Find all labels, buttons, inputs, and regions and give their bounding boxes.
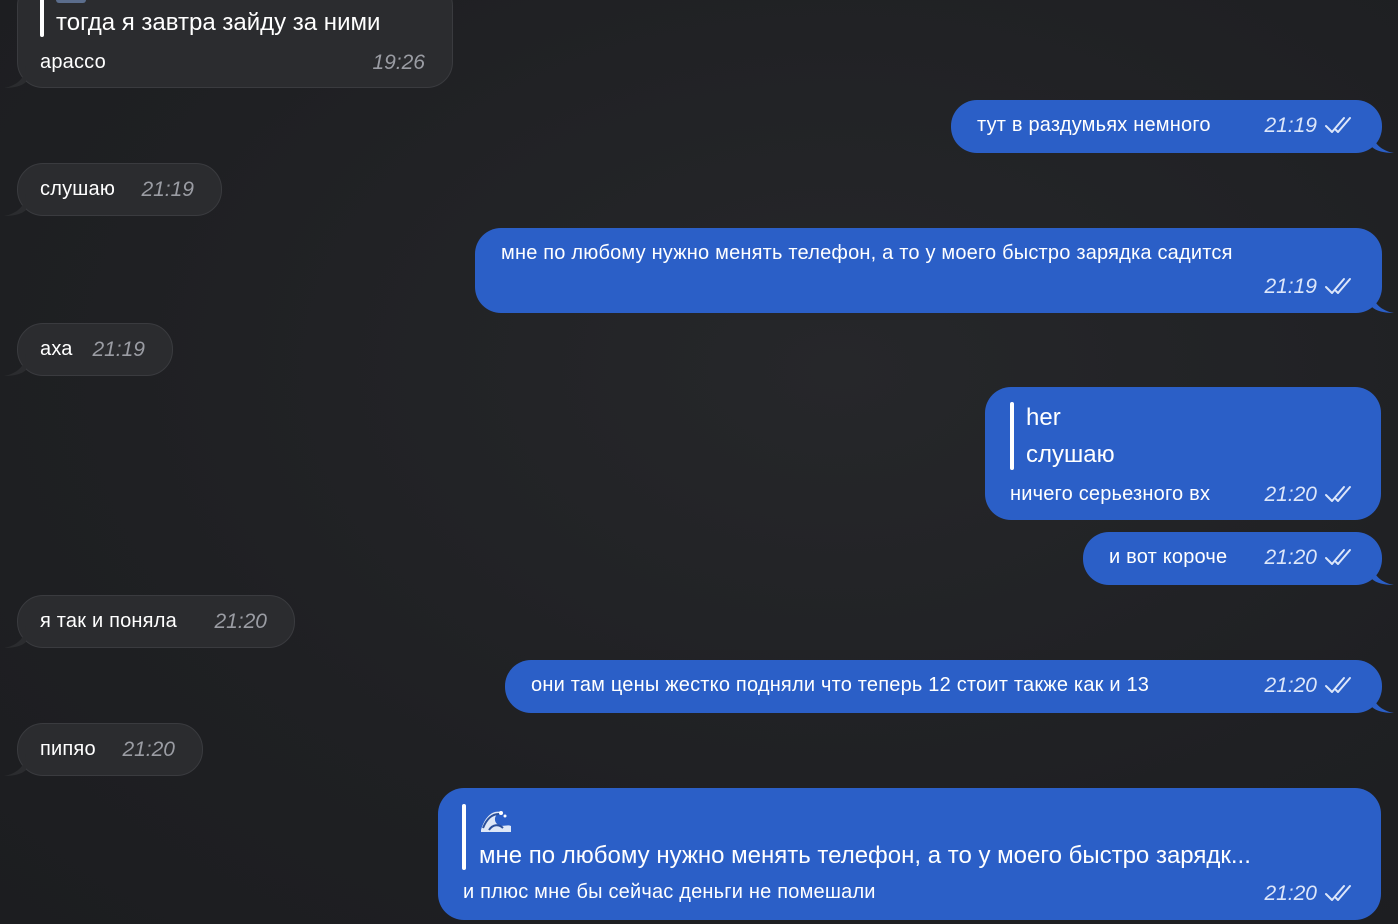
message-outgoing[interactable]: они там цены жестко подняли что теперь 1… xyxy=(505,660,1382,713)
message-text: мне по любому нужно менять телефон, а то… xyxy=(501,242,1233,264)
message-outgoing[interactable]: и вот короче 21:20 xyxy=(1083,532,1382,585)
message-text: пипяо xyxy=(40,738,96,760)
message-time: 21:20 xyxy=(122,738,175,761)
bubble-tail-outgoing xyxy=(1372,563,1394,585)
message-outgoing[interactable]: her слушаю ничего серьезного вх 21:20 xyxy=(985,387,1381,520)
message-text: я так и поняла xyxy=(40,610,177,632)
message-time: 21:20 xyxy=(1264,546,1317,569)
reply-quote-author[interactable]: her xyxy=(1026,404,1061,432)
message-text: и вот короче xyxy=(1109,546,1228,568)
bubble-tail-incoming xyxy=(4,66,26,88)
message-time: 21:19 xyxy=(1264,114,1317,137)
message-text: и плюс мне бы сейчас деньги не помешали xyxy=(463,881,876,903)
message-time: 19:26 xyxy=(372,51,425,74)
wave-emoji-icon xyxy=(479,806,511,832)
bubble-tail-outgoing xyxy=(1372,691,1394,713)
bubble-tail-incoming xyxy=(4,194,26,216)
reply-quote-text[interactable]: слушаю xyxy=(1026,441,1115,469)
reply-quote-text[interactable]: мне по любому нужно менять телефон, а то… xyxy=(479,842,1251,870)
bubble-tail-outgoing xyxy=(1372,291,1394,313)
bubble-tail-incoming xyxy=(4,754,26,776)
message-text: тут в раздумьях немного xyxy=(977,114,1211,136)
bubble-tail-incoming xyxy=(4,354,26,376)
message-incoming[interactable]: тогда я завтра зайду за ними арассо 19:2… xyxy=(17,0,453,88)
message-outgoing[interactable]: мне по любому нужно менять телефон, а то… xyxy=(438,788,1381,920)
message-text: арассо xyxy=(40,51,106,73)
double-check-icon xyxy=(1325,885,1351,901)
message-incoming[interactable]: я так и поняла 21:20 xyxy=(17,595,295,648)
chat-history[interactable]: тогда я завтра зайду за ними арассо 19:2… xyxy=(0,0,1398,924)
reply-quote-bar xyxy=(40,0,44,37)
message-time: 21:19 xyxy=(92,338,145,361)
double-check-icon xyxy=(1325,549,1351,565)
message-incoming[interactable]: аха 21:19 xyxy=(17,323,173,376)
message-outgoing[interactable]: мне по любому нужно менять телефон, а то… xyxy=(475,228,1382,313)
message-text: аха xyxy=(40,338,73,360)
double-check-icon xyxy=(1325,117,1351,133)
message-time: 21:20 xyxy=(214,610,267,633)
double-check-icon xyxy=(1325,486,1351,502)
message-text: они там цены жестко подняли что теперь 1… xyxy=(531,674,1150,696)
bubble-tail-incoming xyxy=(4,626,26,648)
message-time: 21:20 xyxy=(1264,882,1317,905)
message-time: 21:20 xyxy=(1264,483,1317,506)
message-outgoing[interactable]: тут в раздумьях немного 21:19 xyxy=(951,100,1382,153)
message-time: 21:20 xyxy=(1264,674,1317,697)
reply-quote-text[interactable]: тогда я завтра зайду за ними xyxy=(56,9,380,37)
reply-quote-bar xyxy=(462,804,466,870)
double-check-icon xyxy=(1325,278,1351,294)
message-incoming[interactable]: пипяо 21:20 xyxy=(17,723,203,776)
message-time: 21:19 xyxy=(141,178,194,201)
double-check-icon xyxy=(1325,677,1351,693)
message-time: 21:19 xyxy=(1264,275,1317,298)
message-text: слушаю xyxy=(40,178,116,200)
message-incoming[interactable]: слушаю 21:19 xyxy=(17,163,222,216)
bubble-tail-outgoing xyxy=(1372,131,1394,153)
message-text: ничего серьезного вх xyxy=(1010,483,1211,505)
reply-quote-bar xyxy=(1010,402,1014,470)
